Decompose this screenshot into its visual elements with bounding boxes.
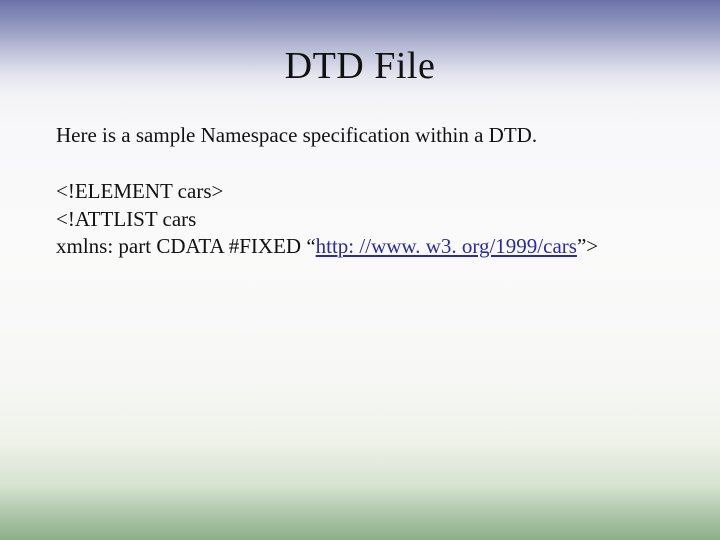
- code-line-1: <!ELEMENT cars>: [56, 178, 664, 205]
- code-line-2: <!ATTLIST cars: [56, 206, 664, 233]
- slide: DTD File Here is a sample Namespace spec…: [0, 0, 720, 540]
- slide-title: DTD File: [56, 44, 664, 88]
- url-link[interactable]: http: //www. w3. org/1999/cars: [316, 234, 577, 258]
- code-line-3-prefix: xmlns: part CDATA #FIXED “: [56, 234, 316, 258]
- code-block: <!ELEMENT cars> <!ATTLIST cars xmlns: pa…: [56, 178, 664, 260]
- intro-text: Here is a sample Namespace specification…: [56, 122, 664, 148]
- code-line-3-suffix: ”>: [577, 234, 598, 258]
- code-line-3: xmlns: part CDATA #FIXED “http: //www. w…: [56, 233, 664, 260]
